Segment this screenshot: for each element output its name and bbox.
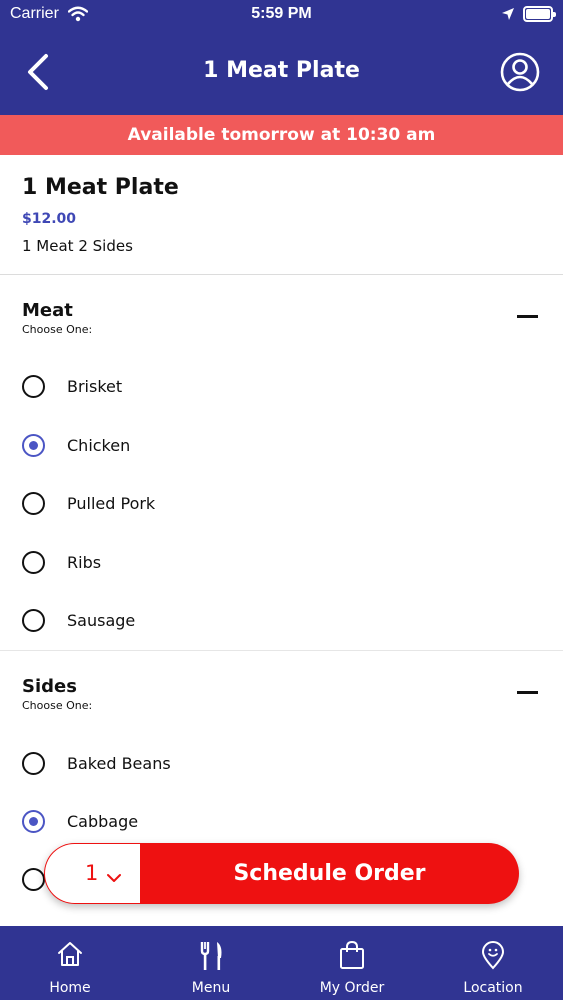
tab-label: Menu (191, 980, 231, 996)
user-circle-icon (500, 52, 540, 92)
option-label: Chicken (67, 436, 131, 455)
option-label: Baked Beans (67, 754, 171, 773)
meat-option-pulled-pork[interactable]: Pulled Pork (0, 479, 563, 529)
meat-collapse-button[interactable] (517, 315, 538, 318)
radio-button[interactable] (22, 868, 45, 891)
meat-option-ribs[interactable]: Ribs (0, 538, 563, 588)
radio-button[interactable] (22, 551, 45, 574)
status-bar: Carrier 5:59 PM (0, 0, 563, 30)
quantity-value: 1 (85, 861, 99, 885)
sides-section-subtitle: Choose One: (22, 699, 93, 712)
clock-time: 5:59 PM (251, 5, 312, 22)
option-label: Pulled Pork (67, 494, 156, 513)
tab-label: Location (463, 980, 523, 996)
radio-button-selected[interactable] (22, 434, 45, 457)
product-description: 1 Meat 2 Sides (22, 237, 133, 255)
location-pin-icon (423, 940, 563, 974)
product-name: 1 Meat Plate (22, 175, 179, 200)
option-label: Cabbage (67, 812, 139, 831)
meat-section-subtitle: Choose One: (22, 323, 93, 336)
location-arrow-icon (501, 6, 515, 25)
page-title: 1 Meat Plate (203, 58, 360, 83)
tab-label: Home (49, 980, 91, 996)
sides-collapse-button[interactable] (517, 691, 538, 694)
quantity-selector[interactable]: 1 (45, 844, 140, 903)
home-icon (0, 940, 140, 972)
product-info: 1 Meat Plate $12.00 1 Meat 2 Sides (0, 155, 563, 275)
availability-banner: Available tomorrow at 10:30 am (0, 115, 563, 155)
tab-location[interactable]: Location (423, 926, 563, 1000)
tab-my-order[interactable]: My Order (282, 926, 422, 1000)
tab-home[interactable]: Home (0, 926, 140, 1000)
sides-section-title: Sides (22, 676, 77, 697)
shopping-bag-icon (282, 940, 422, 974)
option-label: Brisket (67, 377, 123, 396)
option-label: Ribs (67, 553, 102, 572)
profile-button[interactable] (498, 50, 542, 94)
chevron-left-icon (28, 54, 48, 90)
radio-button-selected[interactable] (22, 810, 45, 833)
radio-button[interactable] (22, 492, 45, 515)
back-button[interactable] (18, 50, 62, 94)
radio-button[interactable] (22, 752, 45, 775)
meat-option-chicken[interactable]: Chicken (0, 421, 563, 471)
meat-option-brisket[interactable]: Brisket (0, 362, 563, 412)
sides-option-cabbage[interactable]: Cabbage (0, 797, 563, 847)
sides-option-baked-beans[interactable]: Baked Beans (0, 739, 563, 789)
tab-menu[interactable]: Menu (141, 926, 281, 1000)
bottom-tab-bar: Home Menu My Order Location (0, 926, 563, 1000)
section-divider (0, 650, 563, 651)
app-header: Carrier 5:59 PM 1 Meat Plate (0, 0, 563, 115)
product-price: $12.00 (22, 211, 77, 227)
order-action-bar: 1 Schedule Order (44, 843, 519, 904)
tab-label: My Order (319, 980, 385, 996)
meat-section-title: Meat (22, 300, 73, 321)
meat-option-sausage[interactable]: Sausage (0, 596, 563, 646)
option-label: Sausage (67, 611, 136, 630)
battery-icon (523, 6, 556, 22)
chevron-down-icon (107, 868, 121, 887)
radio-button[interactable] (22, 375, 45, 398)
radio-button[interactable] (22, 609, 45, 632)
schedule-order-button[interactable]: Schedule Order (140, 843, 519, 904)
fork-knife-icon (141, 940, 281, 976)
